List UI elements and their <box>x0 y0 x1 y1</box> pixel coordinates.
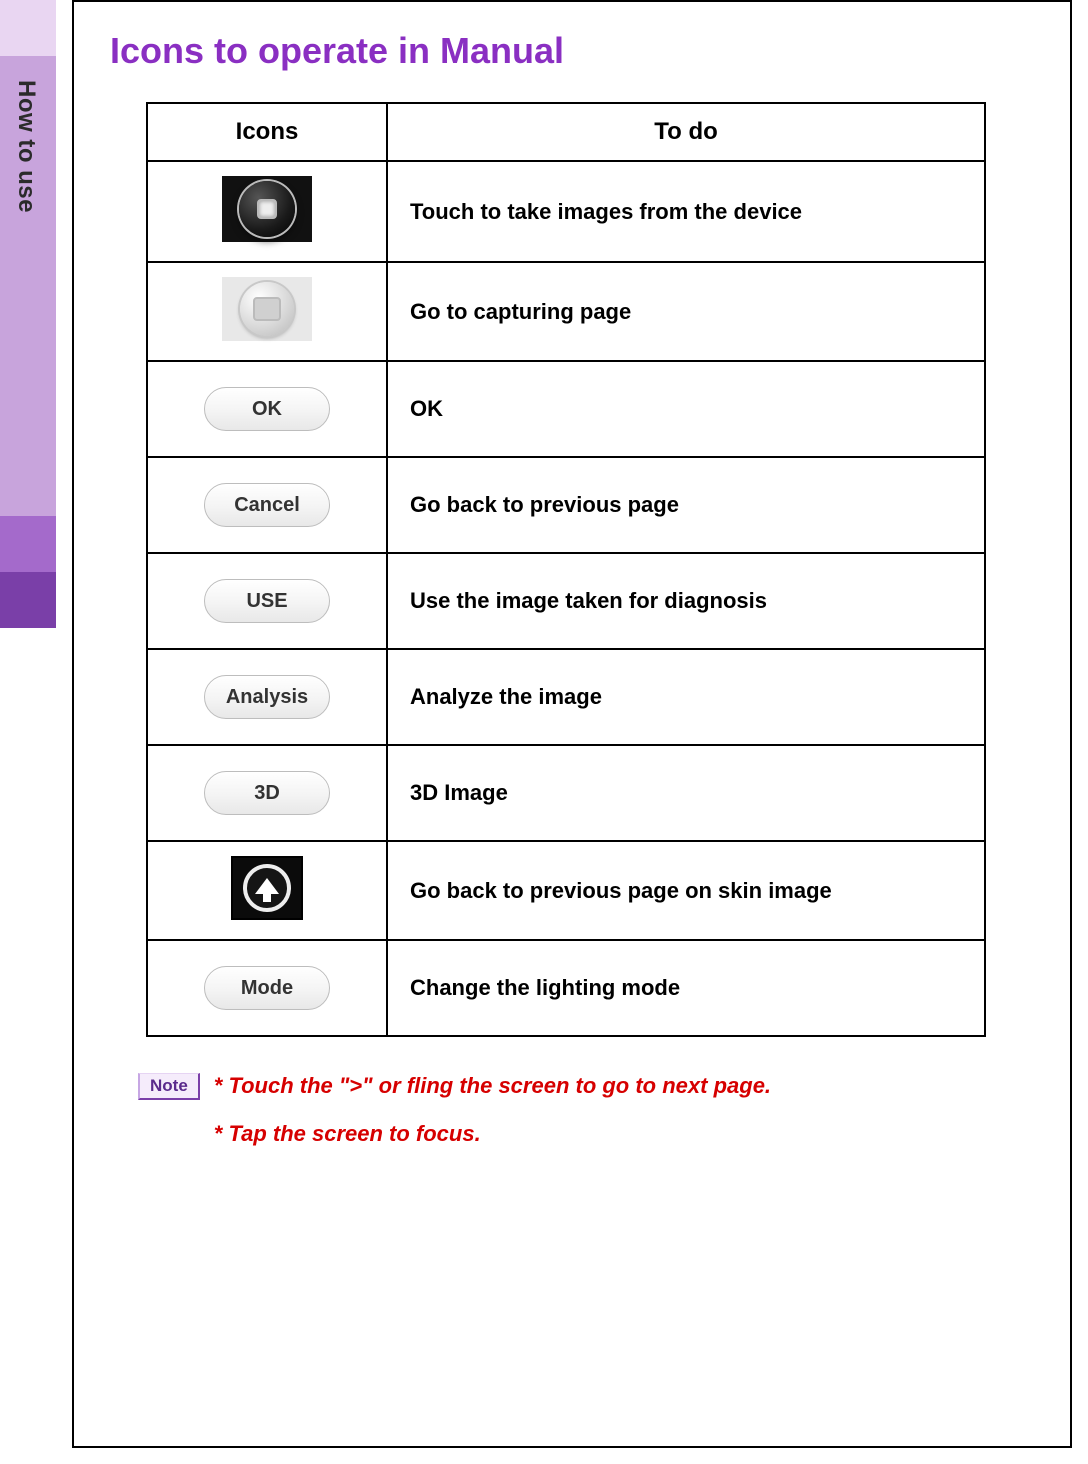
table-row: OK OK <box>147 361 985 457</box>
table-row: Cancel Go back to previous page <box>147 457 985 553</box>
table-row: Go back to previous page on skin image <box>147 841 985 940</box>
row-desc: Analyze the image <box>387 649 985 745</box>
capture-icon <box>222 176 312 242</box>
table-row: USE Use the image taken for diagnosis <box>147 553 985 649</box>
note-badge: Note <box>138 1073 200 1100</box>
row-desc: 3D Image <box>387 745 985 841</box>
table-row: 3D 3D Image <box>147 745 985 841</box>
sidebar-accent-3 <box>0 516 56 572</box>
use-button[interactable]: USE <box>204 579 330 623</box>
page-title: Icons to operate in Manual <box>110 30 1030 72</box>
note-block: Note * Touch the ">" or fling the screen… <box>138 1073 1030 1169</box>
col-header-todo: To do <box>387 103 985 161</box>
row-desc: OK <box>387 361 985 457</box>
page-frame: Icons to operate in Manual Icons To do T… <box>72 0 1072 1448</box>
table-row: Touch to take images from the device <box>147 161 985 262</box>
row-desc: Go back to previous page <box>387 457 985 553</box>
mode-button[interactable]: Mode <box>204 966 330 1010</box>
sidebar: How to use <box>0 0 56 1464</box>
note-line-2: * Tap the screen to focus. <box>214 1121 1030 1147</box>
sidebar-accent-4 <box>0 572 56 628</box>
row-desc: Change the lighting mode <box>387 940 985 1036</box>
row-desc: Go back to previous page on skin image <box>387 841 985 940</box>
row-desc: Go to capturing page <box>387 262 985 361</box>
row-desc: Use the image taken for diagnosis <box>387 553 985 649</box>
three-d-button[interactable]: 3D <box>204 771 330 815</box>
ok-button[interactable]: OK <box>204 387 330 431</box>
row-desc: Touch to take images from the device <box>387 161 985 262</box>
up-arrow-icon <box>231 856 303 920</box>
goto-capture-icon <box>222 277 312 341</box>
col-header-icons: Icons <box>147 103 387 161</box>
table-row: Mode Change the lighting mode <box>147 940 985 1036</box>
icons-table: Icons To do Touch to take images from th… <box>146 102 986 1037</box>
analysis-button[interactable]: Analysis <box>204 675 330 719</box>
table-row: Go to capturing page <box>147 262 985 361</box>
table-row: Analysis Analyze the image <box>147 649 985 745</box>
sidebar-accent-1 <box>0 0 56 56</box>
note-line-1: * Touch the ">" or fling the screen to g… <box>214 1073 1030 1099</box>
sidebar-label: How to use <box>12 80 40 213</box>
cancel-button[interactable]: Cancel <box>204 483 330 527</box>
